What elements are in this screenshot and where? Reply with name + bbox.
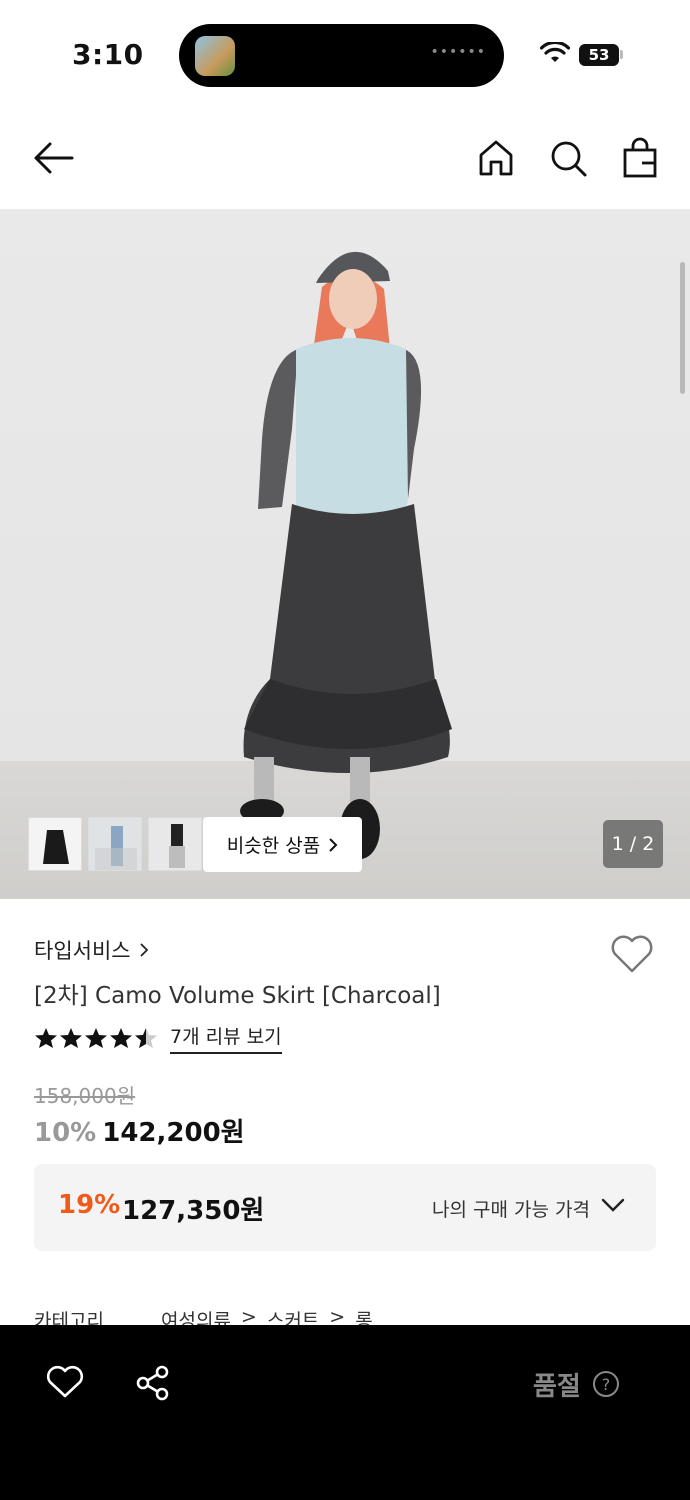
shopping-bag-icon[interactable] bbox=[620, 136, 660, 180]
my-price-box[interactable]: 19% 127,350원 나의 구매 가능 가격 bbox=[34, 1164, 656, 1251]
similar-products-button[interactable]: 비슷한 상품 bbox=[203, 817, 362, 872]
page-scrollbar[interactable] bbox=[680, 262, 685, 394]
chevron-right-icon bbox=[329, 837, 338, 852]
chevron-down-icon bbox=[601, 1198, 625, 1212]
thumbnail-3[interactable] bbox=[148, 817, 202, 871]
share-icon[interactable] bbox=[134, 1365, 172, 1401]
product-title: [2차] Camo Volume Skirt [Charcoal] bbox=[34, 983, 441, 1009]
star-icon bbox=[60, 1028, 82, 1048]
thumbnail-2[interactable] bbox=[88, 817, 142, 871]
star-icon bbox=[35, 1028, 57, 1048]
live-activity-app-icon bbox=[195, 36, 235, 76]
star-icon bbox=[110, 1028, 132, 1048]
product-image[interactable] bbox=[0, 209, 690, 899]
sold-out-label: 품절 bbox=[533, 1372, 581, 1402]
sale-price-row: 10% 142,200원 bbox=[34, 1112, 245, 1149]
home-icon[interactable] bbox=[476, 136, 516, 180]
original-price: 158,000원 bbox=[34, 1084, 136, 1108]
bottom-action-bar: 품절 ? bbox=[0, 1325, 690, 1500]
thumbnail-1[interactable] bbox=[28, 817, 82, 871]
like-heart-icon[interactable] bbox=[46, 1365, 84, 1399]
category-label: 카테고리 bbox=[34, 1310, 104, 1326]
reviews-link[interactable]: 7개 리뷰 보기 bbox=[170, 1022, 282, 1054]
live-activity-dots: •••••• bbox=[430, 44, 486, 60]
rating-row: 7개 리뷰 보기 bbox=[34, 1022, 282, 1054]
wifi-icon bbox=[540, 42, 570, 62]
discount-rate: 10% bbox=[34, 1118, 97, 1148]
top-navigation bbox=[0, 120, 690, 200]
category-breadcrumb: 여성의류 > 스커트 > 롱 bbox=[161, 1306, 373, 1326]
search-icon[interactable] bbox=[548, 136, 588, 180]
similar-products-label: 비슷한 상품 bbox=[226, 835, 321, 857]
my-price: 127,350원 bbox=[122, 1196, 265, 1226]
category-row: 카테고리 여성의류 > 스커트 > 롱 bbox=[34, 1306, 656, 1326]
breadcrumb-separator-icon: > bbox=[329, 1306, 346, 1326]
brand-link[interactable]: 타입서비스 bbox=[34, 935, 149, 965]
back-arrow-icon[interactable] bbox=[30, 138, 76, 178]
similar-thumbnails bbox=[28, 817, 202, 871]
rating-stars bbox=[34, 1027, 158, 1049]
sale-price: 142,200원 bbox=[102, 1118, 245, 1148]
model-photo bbox=[240, 251, 452, 859]
category-level-2[interactable]: 스커트 bbox=[267, 1306, 319, 1326]
category-level-3[interactable]: 롱 bbox=[355, 1306, 372, 1326]
my-price-label: 나의 구매 가능 가격 bbox=[432, 1199, 590, 1221]
half-star-icon bbox=[135, 1028, 157, 1048]
battery-indicator: 53 bbox=[579, 44, 619, 66]
breadcrumb-separator-icon: > bbox=[240, 1306, 257, 1326]
wishlist-heart-icon[interactable] bbox=[610, 934, 654, 974]
image-page-indicator: 1 / 2 bbox=[603, 820, 663, 868]
clock: 3:10 bbox=[72, 38, 144, 71]
status-bar: 3:10 •••••• 53 bbox=[0, 0, 690, 110]
dynamic-island: •••••• bbox=[179, 24, 504, 87]
category-level-1[interactable]: 여성의류 bbox=[161, 1306, 231, 1326]
battery-cap bbox=[620, 50, 623, 59]
my-discount-rate: 19% bbox=[58, 1190, 121, 1220]
help-icon[interactable]: ? bbox=[593, 1371, 619, 1397]
chevron-right-icon bbox=[139, 943, 148, 957]
star-icon bbox=[85, 1028, 107, 1048]
brand-name: 타입서비스 bbox=[34, 939, 131, 963]
